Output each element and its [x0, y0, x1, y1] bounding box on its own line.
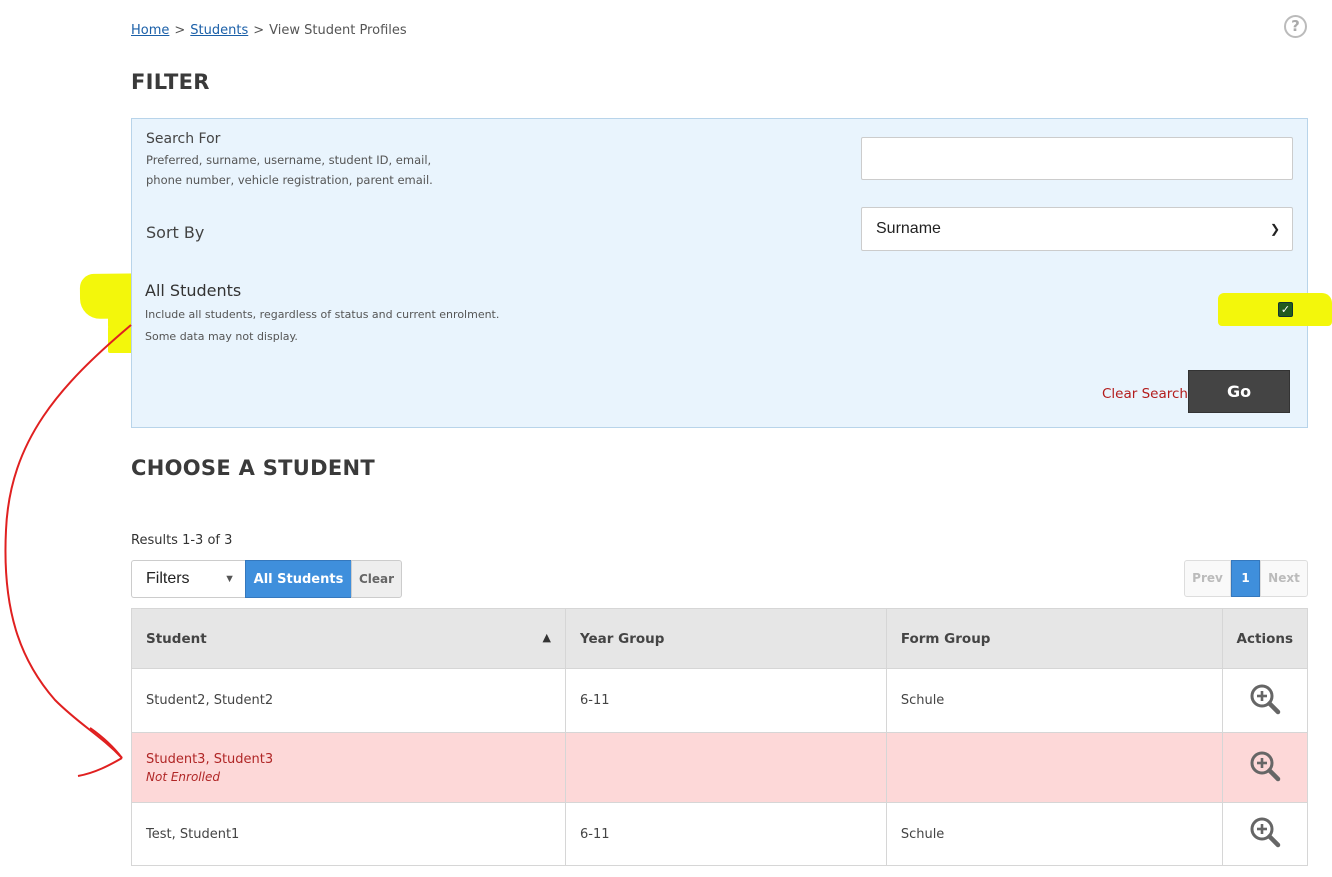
breadcrumb-separator: > [253, 23, 265, 38]
column-header-year[interactable]: Year Group [564, 608, 887, 669]
filters-dropdown-label: Filters [146, 570, 190, 587]
student-name: Student3, Student3 [146, 751, 274, 767]
filter-panel-overlay: All Students Include all students, regar… [131, 118, 1308, 428]
all-students-hint-line: Some data may not display. [145, 330, 298, 343]
enrolment-status: Not Enrolled [146, 769, 220, 784]
results-count: Results 1-3 of 3 [131, 533, 233, 548]
student-name-cell: Test, Student1 [131, 802, 566, 866]
all-students-label: All Students [145, 281, 242, 300]
all-students-filter-button[interactable]: All Students [245, 560, 352, 598]
year-group-cell: 6-11 [564, 802, 887, 866]
caret-down-icon: ▼ [224, 573, 235, 585]
clear-filters-button[interactable]: Clear [351, 560, 402, 598]
pager-prev[interactable]: Prev [1184, 560, 1231, 597]
form-group-cell: Schule [885, 802, 1223, 866]
form-group-cell [885, 732, 1223, 803]
actions-cell [1221, 668, 1309, 733]
clear-search-link[interactable]: Clear Search [1102, 386, 1188, 402]
student-name-cell: Student2, Student2 [131, 668, 566, 733]
year-group-cell: 6-11 [564, 668, 887, 733]
column-header-student[interactable]: Student ▲ [131, 608, 566, 669]
magnifier-plus-icon[interactable] [1248, 682, 1282, 716]
year-group-cell [564, 732, 887, 803]
all-students-hint: Include all students, regardless of stat… [145, 304, 499, 348]
all-students-checkbox[interactable]: ✓ [1278, 302, 1293, 317]
column-header-actions: Actions [1221, 608, 1309, 669]
breadcrumb-students-link[interactable]: Students [190, 23, 248, 38]
go-button[interactable]: Go [1188, 370, 1290, 413]
table-row: Student2, Student2 6-11 Schule [131, 668, 1309, 733]
breadcrumb-home-link[interactable]: Home [131, 23, 169, 38]
all-students-hint-line: Include all students, regardless of stat… [145, 308, 500, 321]
table-header-row: Student ▲ Year Group Form Group Actions [131, 608, 1309, 669]
table-row: Test, Student1 6-11 Schule [131, 802, 1309, 866]
table-row: Student3, Student3 Not Enrolled [131, 732, 1309, 803]
actions-cell [1221, 732, 1309, 803]
help-icon[interactable]: ? [1284, 15, 1307, 38]
column-header-form[interactable]: Form Group [885, 608, 1223, 669]
pager-page-1[interactable]: 1 [1231, 560, 1260, 597]
magnifier-plus-icon[interactable] [1248, 749, 1282, 783]
breadcrumb-separator: > [174, 23, 186, 38]
choose-student-heading: CHOOSE A STUDENT [131, 456, 376, 480]
filter-heading: FILTER [131, 70, 210, 94]
filters-dropdown[interactable]: Filters ▼ [131, 560, 245, 598]
students-table: Student ▲ Year Group Form Group Actions S… [131, 608, 1309, 866]
student-name-cell: Student3, Student3 Not Enrolled [131, 732, 566, 803]
column-header-label: Student [146, 630, 207, 647]
form-group-cell: Schule [885, 668, 1223, 733]
magnifier-plus-icon[interactable] [1248, 815, 1282, 849]
pager-next[interactable]: Next [1260, 560, 1308, 597]
breadcrumb: Home > Students > View Student Profiles [131, 23, 407, 38]
sort-ascending-icon: ▲ [542, 630, 551, 644]
breadcrumb-current: View Student Profiles [269, 23, 407, 38]
actions-cell [1221, 802, 1309, 866]
